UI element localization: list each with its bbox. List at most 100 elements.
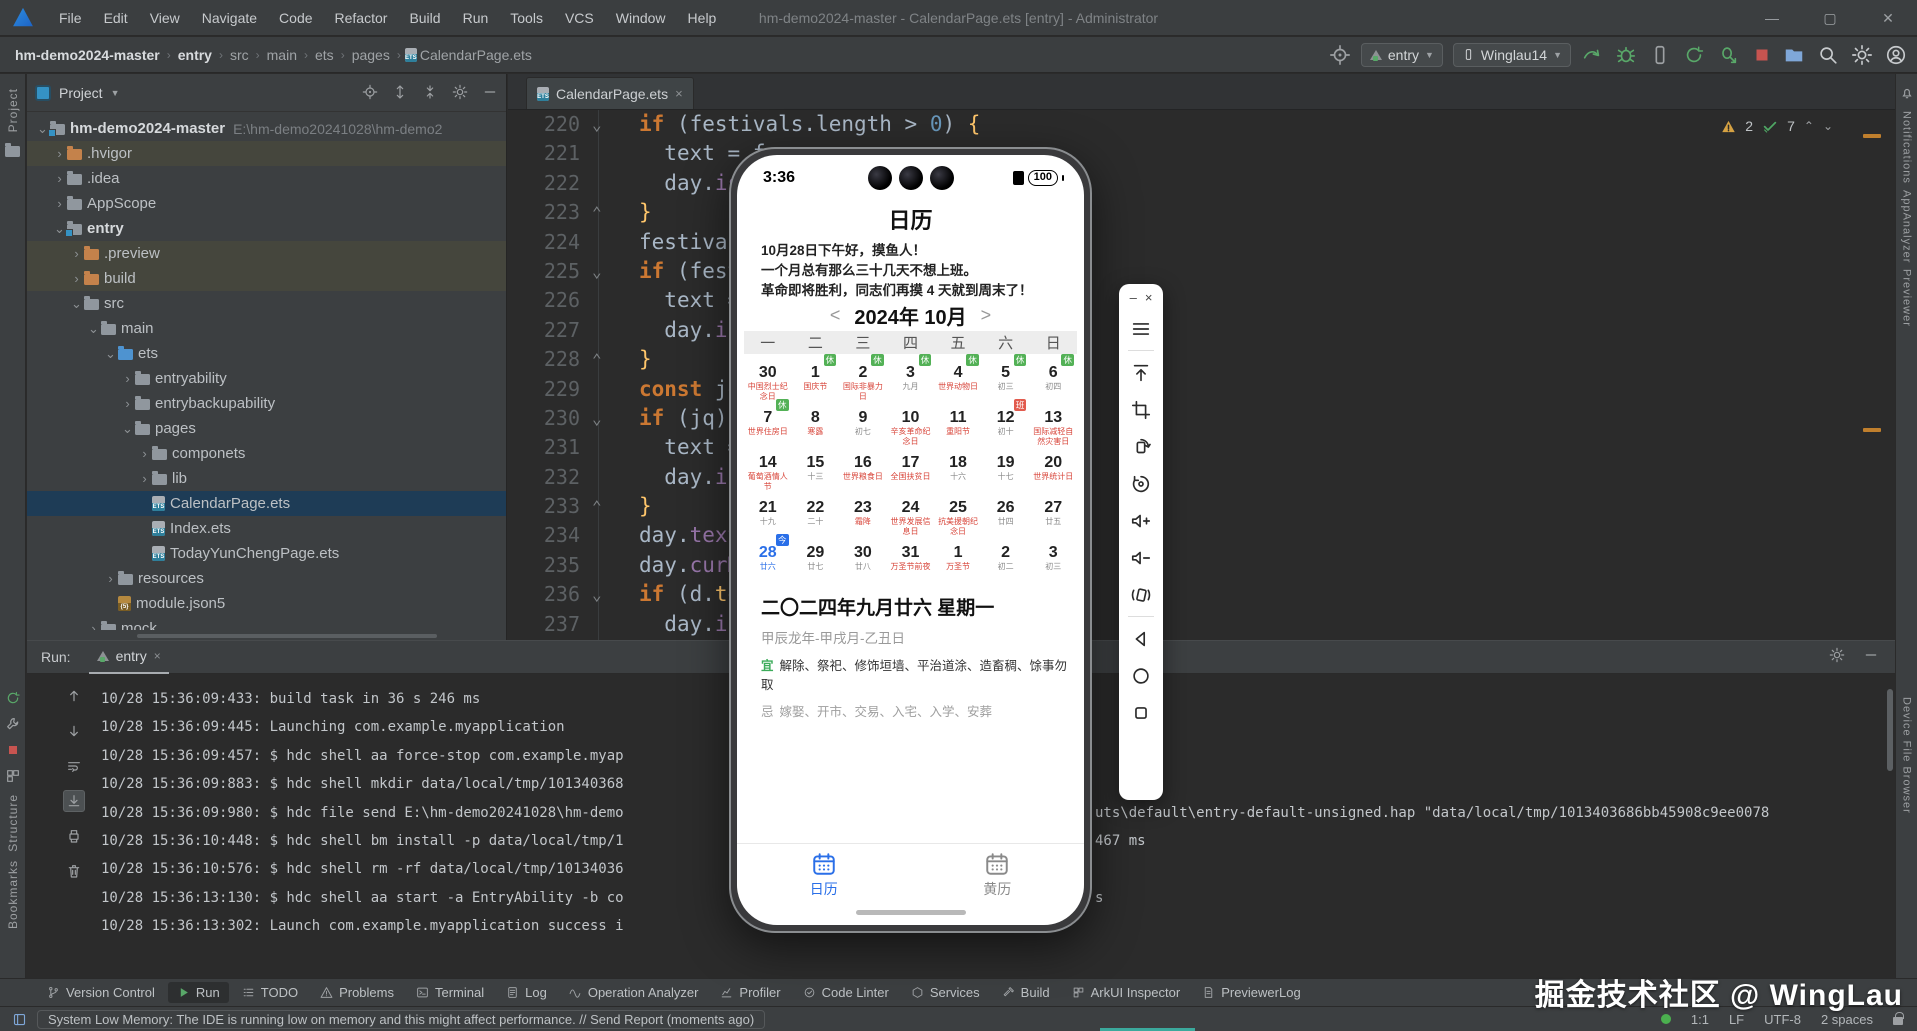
- breadcrumb-main[interactable]: main: [264, 45, 300, 65]
- next-month-icon[interactable]: >: [981, 305, 992, 326]
- day-cell-19[interactable]: 19十七: [982, 447, 1030, 492]
- tool-button-bookmarks[interactable]: Bookmarks: [6, 860, 20, 929]
- inspections-widget[interactable]: 2 7 ⌃ ⌄: [1721, 118, 1833, 134]
- notifications-bell-icon[interactable]: [1898, 84, 1916, 102]
- code-line-227[interactable]: 227 day.isF: [508, 316, 1895, 345]
- volume-down-icon[interactable]: [1130, 547, 1152, 569]
- tree-item-mock[interactable]: ›mock: [27, 616, 506, 630]
- breadcrumb-src[interactable]: src: [227, 45, 252, 65]
- tool-window-button-terminal[interactable]: Terminal: [407, 982, 493, 1003]
- lock-icon[interactable]: [1893, 1017, 1903, 1025]
- chevron-collapsed-icon[interactable]: ›: [52, 196, 67, 211]
- code-linter-icon[interactable]: [803, 986, 816, 999]
- breadcrumb-file[interactable]: CalendarPage.ets: [417, 45, 535, 65]
- code-line-224[interactable]: 224festivals: [508, 228, 1895, 257]
- day-cell-4[interactable]: 休4世界动物日: [934, 357, 982, 402]
- day-cell-23[interactable]: 23霜降: [839, 492, 887, 537]
- day-cell-20[interactable]: 20世界统计日: [1029, 447, 1077, 492]
- project-folder-icon[interactable]: [4, 141, 22, 159]
- build-wrench-icon[interactable]: [5, 716, 21, 732]
- run-icon[interactable]: [177, 986, 190, 999]
- stripe-warning-mark[interactable]: [1863, 428, 1881, 432]
- day-cell-29[interactable]: 29廿七: [792, 537, 840, 582]
- code-area[interactable]: 220⌄if (festivals.length > 0) {221 text …: [508, 110, 1895, 640]
- day-cell-27[interactable]: 27廿五: [1029, 492, 1077, 537]
- shake-icon[interactable]: [1130, 584, 1152, 606]
- tool-button-appanalyzer[interactable]: AppAnalyzer: [1901, 190, 1913, 263]
- problems-icon[interactable]: [320, 986, 333, 999]
- day-cell-16[interactable]: 16世界粮食日: [839, 447, 887, 492]
- tab-黄历[interactable]: 黄历: [983, 851, 1011, 899]
- day-cell-26[interactable]: 26廿四: [982, 492, 1030, 537]
- home-icon[interactable]: [1130, 665, 1152, 687]
- tree-item-CalendarPage.ets[interactable]: ETSCalendarPage.ets: [27, 491, 506, 516]
- tab-日历[interactable]: 日历: [810, 851, 838, 899]
- menu-file[interactable]: File: [48, 0, 93, 36]
- tool-button-project[interactable]: Project: [6, 88, 20, 132]
- menu-vcs[interactable]: VCS: [554, 0, 605, 36]
- day-cell-9[interactable]: 9初七: [839, 402, 887, 447]
- menu-tools[interactable]: Tools: [499, 0, 554, 36]
- day-cell-13[interactable]: 13国际减轻自然灾害日: [1029, 402, 1077, 447]
- tree-item-ets[interactable]: ⌄ets: [27, 341, 506, 366]
- crop-icon[interactable]: [1130, 399, 1152, 421]
- restart-icon[interactable]: [1683, 44, 1705, 66]
- fold-icon[interactable]: ⌄: [592, 404, 602, 433]
- stripe-warning-mark[interactable]: [1863, 134, 1881, 138]
- tool-window-button-previewerlog[interactable]: PreviewerLog: [1193, 982, 1310, 1003]
- run-tab-entry[interactable]: entry ×: [89, 641, 169, 674]
- tool-window-button-operation-analyzer[interactable]: Operation Analyzer: [560, 982, 708, 1003]
- device-select[interactable]: Winglau14 ▼: [1453, 43, 1571, 67]
- operation-analyzer-icon[interactable]: [569, 986, 582, 999]
- menu-icon[interactable]: [1130, 318, 1152, 340]
- code-line-236[interactable]: 236⌄if (d.toY: [508, 580, 1895, 609]
- day-cell-5[interactable]: 休5初三: [982, 357, 1030, 402]
- code-line-237[interactable]: 237 day.isT: [508, 610, 1895, 639]
- upload-icon[interactable]: [1130, 362, 1152, 384]
- todo-icon[interactable]: [242, 986, 255, 999]
- fold-icon[interactable]: ⌄: [592, 110, 602, 139]
- tree-item-componets[interactable]: ›componets: [27, 441, 506, 466]
- run-config-select[interactable]: entry ▼: [1361, 43, 1443, 67]
- chevron-collapsed-icon[interactable]: ›: [137, 471, 152, 486]
- terminal-icon[interactable]: [416, 986, 429, 999]
- tree-item-module.json5[interactable]: {5}module.json5: [27, 591, 506, 616]
- tool-window-button-todo[interactable]: TODO: [233, 982, 307, 1003]
- close-icon[interactable]: ×: [154, 649, 161, 663]
- tree-item-TodayYunChengPage.ets[interactable]: ETSTodayYunChengPage.ets: [27, 541, 506, 566]
- day-cell-7[interactable]: 休7世界住房日: [744, 402, 792, 447]
- chevron-collapsed-icon[interactable]: ›: [69, 271, 84, 286]
- maximize-window-icon[interactable]: ▢: [1801, 0, 1859, 36]
- day-cell-28[interactable]: 今28廿六: [744, 537, 792, 582]
- code-line-223[interactable]: 223⌃}: [508, 198, 1895, 227]
- tree-item-.idea[interactable]: ›.idea: [27, 166, 506, 191]
- day-cell-3[interactable]: 休3九月: [887, 357, 935, 402]
- day-cell-18[interactable]: 18十六: [934, 447, 982, 492]
- build-icon[interactable]: [1002, 986, 1015, 999]
- tree-item-Index.ets[interactable]: ETSIndex.ets: [27, 516, 506, 541]
- day-cell-21[interactable]: 21十九: [744, 492, 792, 537]
- rotate-device-icon[interactable]: [1130, 436, 1152, 458]
- locate-icon[interactable]: [1329, 44, 1351, 66]
- profile-icon[interactable]: [1649, 44, 1671, 66]
- day-cell-25[interactable]: 25抗美援朝纪念日: [934, 492, 982, 537]
- breadcrumb-pages[interactable]: pages: [349, 45, 393, 65]
- menu-help[interactable]: Help: [677, 0, 728, 36]
- tool-window-button-services[interactable]: Services: [902, 982, 989, 1003]
- project-folder-icon[interactable]: [1783, 44, 1805, 66]
- tree-item-hm-demo2024-master[interactable]: ⌄hm-demo2024-masterE:\hm-demo20241028\hm…: [27, 116, 506, 141]
- menu-code[interactable]: Code: [268, 0, 323, 36]
- rerun-icon[interactable]: [5, 690, 21, 706]
- day-cell-1[interactable]: 休1国庆节: [792, 357, 840, 402]
- code-line-232[interactable]: 232 day.isF: [508, 463, 1895, 492]
- close-icon[interactable]: ×: [675, 86, 683, 101]
- tool-window-button-log[interactable]: Log: [497, 982, 556, 1003]
- day-cell-14[interactable]: 14葡萄酒情人节: [744, 447, 792, 492]
- prev-month-icon[interactable]: <: [830, 305, 841, 326]
- menu-run[interactable]: Run: [452, 0, 500, 36]
- code-line-234[interactable]: 234day.text: [508, 521, 1895, 550]
- code-line-221[interactable]: 221 text = fes: [508, 139, 1895, 168]
- day-cell-22[interactable]: 22二十: [792, 492, 840, 537]
- log-icon[interactable]: [506, 986, 519, 999]
- tree-item-src[interactable]: ⌄src: [27, 291, 506, 316]
